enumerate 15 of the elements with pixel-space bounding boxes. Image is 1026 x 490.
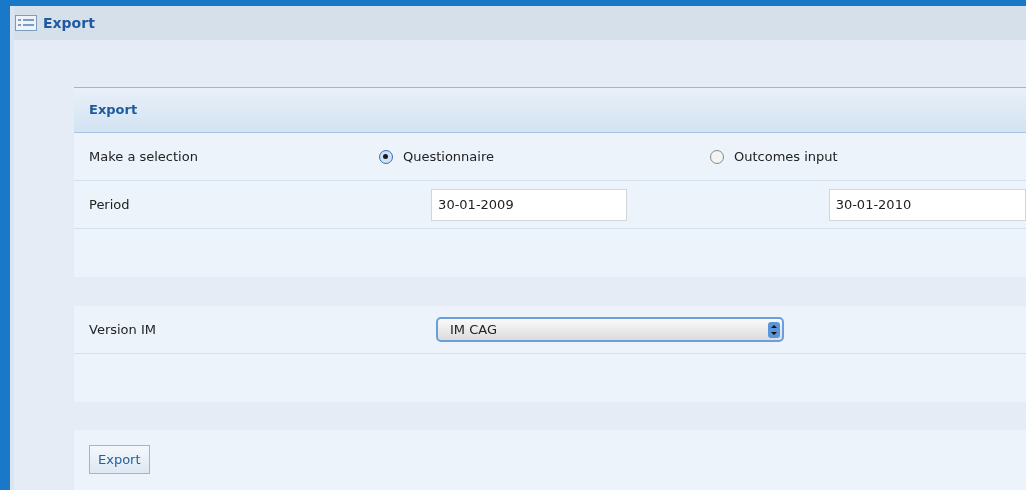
panel-title: Export [89,101,138,120]
window-title: Export [43,13,95,33]
radio-button[interactable] [378,149,393,164]
field-label: Make a selection [88,147,199,166]
export-button[interactable]: Export [89,445,150,474]
list-icon [15,15,37,31]
radio-option[interactable]: Questionnaire [363,146,695,167]
version-select[interactable]: IM CAG [436,317,784,342]
radio-button[interactable] [710,149,724,164]
radio-option[interactable]: Outcomes input [695,146,1026,167]
field-label: Period [88,195,131,214]
date-field[interactable]: 30-01-2010 [828,188,1026,221]
stepper-icon [768,321,780,338]
date-field[interactable]: 30-01-2009 [431,188,627,221]
field-label: Version IM [88,320,157,339]
